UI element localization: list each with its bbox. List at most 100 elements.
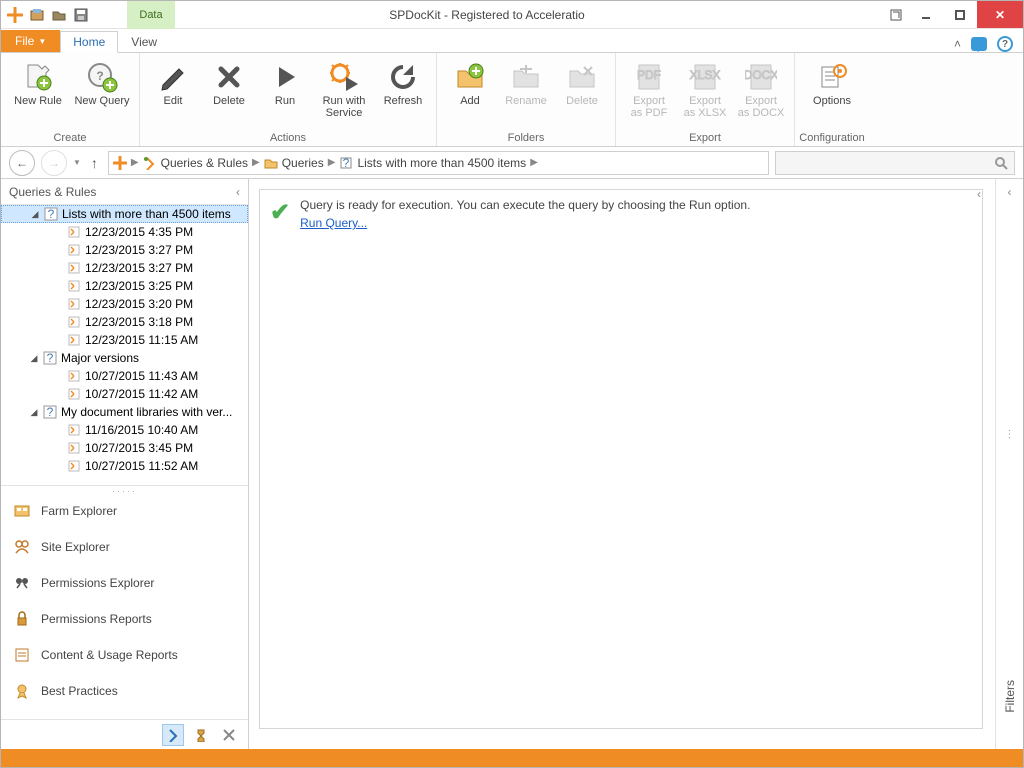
breadcrumb-bar[interactable]: ▶ Queries & Rules▶ Queries▶ ?Lists with … [108, 151, 769, 175]
tree-node[interactable]: ◢?Major versions [1, 349, 248, 367]
tree-leaf[interactable]: 10/27/2015 11:43 AM [1, 367, 248, 385]
run-query-link[interactable]: Run Query... [300, 216, 750, 230]
feedback-icon[interactable] [971, 37, 987, 51]
popout-button[interactable] [883, 1, 909, 28]
run-with-service-label: Run with Service [323, 95, 366, 119]
run-with-service-button[interactable]: Run with Service [314, 57, 374, 119]
breadcrumb-queries[interactable]: Queries▶ [264, 156, 336, 170]
left-pane: Queries & Rules ‹ ◢?Lists with more than… [1, 179, 249, 749]
tree-leaf-label: 12/23/2015 4:35 PM [85, 225, 193, 239]
tree-leaf[interactable]: 12/23/2015 3:20 PM [1, 295, 248, 313]
tree-node[interactable]: ◢?My document libraries with ver... [1, 403, 248, 421]
options-label: Options [813, 95, 851, 107]
check-icon: ✔ [270, 198, 290, 227]
qat-save-icon[interactable] [71, 5, 91, 25]
search-input[interactable] [775, 151, 1015, 175]
context-tab-data[interactable]: Data [127, 1, 175, 29]
result-icon [67, 441, 81, 455]
qat-open-icon[interactable] [49, 5, 69, 25]
new-rule-label: New Rule [14, 95, 62, 107]
nav-item-icon [13, 574, 31, 592]
breadcrumb-folder-label: Queries [282, 156, 324, 170]
svg-text:?: ? [47, 351, 54, 365]
nav-item-label: Best Practices [41, 684, 118, 698]
edit-button[interactable]: Edit [146, 57, 200, 107]
bottom-scheduled-icon[interactable] [190, 724, 212, 746]
tab-file[interactable]: File▼ [1, 30, 60, 52]
tree-leaf[interactable]: 10/27/2015 11:52 AM [1, 457, 248, 475]
filters-expand-icon[interactable]: ‹ [1008, 185, 1012, 199]
export-docx-button: DOCXExport as DOCX [734, 57, 788, 119]
tree-leaf-label: 12/23/2015 3:20 PM [85, 297, 193, 311]
nav-item-icon [13, 682, 31, 700]
tree-view[interactable]: ◢?Lists with more than 4500 items 12/23/2… [1, 205, 248, 485]
help-icon[interactable]: ? [997, 36, 1013, 52]
maximize-button[interactable] [943, 1, 977, 28]
filters-rail[interactable]: ‹ ⋮ Filters [995, 179, 1023, 749]
bottom-tools-icon[interactable] [218, 724, 240, 746]
tree-splitter[interactable]: ····· [1, 485, 248, 493]
tree-node[interactable]: ◢?Lists with more than 4500 items [1, 205, 248, 223]
add-folder-label: Add [460, 95, 480, 107]
new-query-button[interactable]: ? New Query [71, 57, 133, 107]
tree-leaf-label: 12/23/2015 3:25 PM [85, 279, 193, 293]
tab-view[interactable]: View [118, 30, 170, 52]
result-icon [67, 297, 81, 311]
nav-up-button[interactable]: ↑ [87, 155, 102, 171]
result-icon [67, 333, 81, 347]
close-button[interactable]: ✕ [977, 1, 1023, 28]
minimize-button[interactable] [909, 1, 943, 28]
nav-item-best-practices[interactable]: Best Practices [1, 673, 248, 709]
tree-leaf[interactable]: 12/23/2015 3:27 PM [1, 259, 248, 277]
run-button[interactable]: Run [258, 57, 312, 107]
nav-item-label: Permissions Reports [41, 612, 152, 626]
delete-button[interactable]: Delete [202, 57, 256, 107]
tree-leaf[interactable]: 12/23/2015 3:27 PM [1, 241, 248, 259]
left-pane-collapse-icon[interactable]: ‹ [236, 185, 240, 199]
bottom-queries-icon[interactable] [162, 724, 184, 746]
nav-back-button[interactable]: ← [9, 150, 35, 176]
tree-leaf[interactable]: 10/27/2015 3:45 PM [1, 439, 248, 457]
options-button[interactable]: Options [801, 57, 863, 107]
center-collapse-icon[interactable]: ‹ [977, 187, 981, 201]
tree-node-label: Lists with more than 4500 items [62, 207, 231, 221]
nav-item-icon [13, 646, 31, 664]
nav-item-permissions-explorer[interactable]: Permissions Explorer [1, 565, 248, 601]
ribbon-group-export-label: Export [616, 132, 794, 146]
run-label: Run [275, 95, 295, 107]
qat-snapshot-icon[interactable] [27, 5, 47, 25]
tree-leaf[interactable]: 12/23/2015 3:18 PM [1, 313, 248, 331]
breadcrumb-queries-rules[interactable]: Queries & Rules▶ [143, 156, 260, 170]
tree-leaf[interactable]: 10/27/2015 11:42 AM [1, 385, 248, 403]
result-icon [67, 387, 81, 401]
breadcrumb-current[interactable]: ?Lists with more than 4500 items▶ [339, 156, 537, 170]
svg-text:PDF: PDF [637, 68, 661, 82]
ribbon-collapse-icon[interactable]: ˄ [954, 37, 961, 51]
nav-history-dropdown[interactable]: ▼ [73, 158, 81, 167]
breadcrumb-root[interactable]: ▶ [113, 156, 139, 170]
nav-item-farm-explorer[interactable]: Farm Explorer [1, 493, 248, 529]
add-folder-button[interactable]: Add [443, 57, 497, 107]
nav-item-content-usage-reports[interactable]: Content & Usage Reports [1, 637, 248, 673]
ribbon-group-create-label: Create [1, 132, 139, 146]
quick-access-toolbar [1, 5, 91, 25]
tab-home[interactable]: Home [60, 31, 118, 53]
new-query-label: New Query [74, 95, 129, 107]
svg-text:XLSX: XLSX [690, 68, 721, 82]
nav-item-label: Permissions Explorer [41, 576, 154, 590]
result-icon [67, 459, 81, 473]
breadcrumb-item-label: Lists with more than 4500 items [357, 156, 526, 170]
nav-item-site-explorer[interactable]: Site Explorer [1, 529, 248, 565]
filters-grip-icon[interactable]: ⋮ [1005, 429, 1015, 440]
tree-leaf[interactable]: 12/23/2015 3:25 PM [1, 277, 248, 295]
tree-leaf[interactable]: 11/16/2015 10:40 AM [1, 421, 248, 439]
new-rule-button[interactable]: New Rule [7, 57, 69, 107]
result-icon [67, 423, 81, 437]
result-icon [67, 369, 81, 383]
refresh-button[interactable]: Refresh [376, 57, 430, 107]
tree-leaf[interactable]: 12/23/2015 4:35 PM [1, 223, 248, 241]
nav-item-permissions-reports[interactable]: Permissions Reports [1, 601, 248, 637]
tree-leaf[interactable]: 12/23/2015 11:15 AM [1, 331, 248, 349]
query-icon: ? [43, 351, 57, 365]
ribbon-tabs: File▼ Home View ˄ ? [1, 29, 1023, 53]
